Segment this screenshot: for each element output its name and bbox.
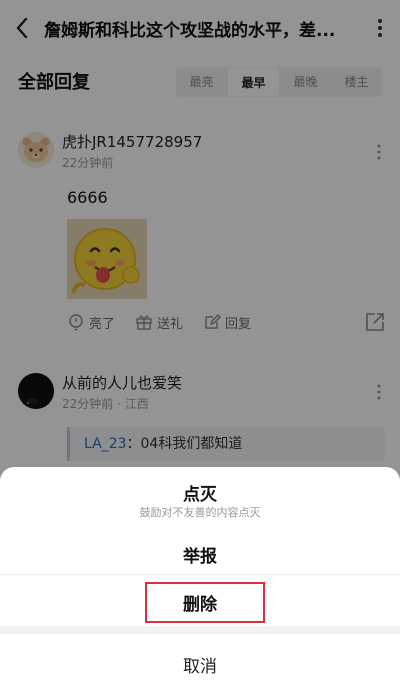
dianmie-description: 鼓励对不友善的内容点灭 — [139, 506, 261, 519]
divider — [0, 574, 400, 575]
cancel-button[interactable]: 取消 — [0, 652, 400, 677]
dianmie-option[interactable]: 点灭 — [0, 480, 400, 505]
delete-highlight-box — [145, 582, 265, 623]
report-option[interactable]: 举报 — [0, 542, 400, 567]
action-sheet: 点灭 鼓励对不友善的内容点灭 举报 删除 取消 — [0, 467, 400, 686]
section-separator — [0, 626, 400, 634]
post-detail-page: 詹姆斯和科比这个攻坚战的水平，差... 全部回复 最亮 最早 最晚 楼主 虎扑J… — [0, 0, 400, 686]
